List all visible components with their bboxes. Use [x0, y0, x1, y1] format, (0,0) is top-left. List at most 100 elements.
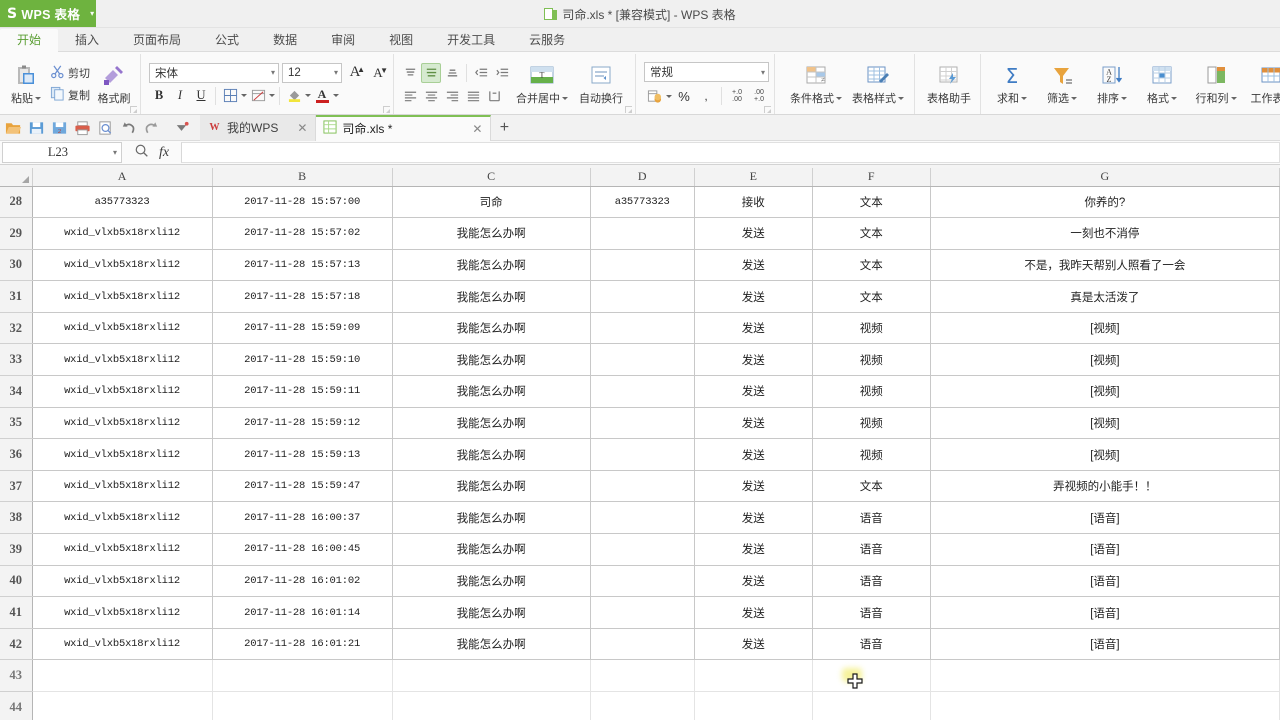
column-header-d[interactable]: D [590, 168, 695, 187]
row-header-32[interactable]: 32 [0, 312, 33, 345]
paste-button[interactable]: 粘贴 [5, 54, 47, 114]
close-icon[interactable]: ✕ [283, 121, 307, 135]
cell-D33[interactable] [590, 343, 695, 377]
cell-F38[interactable]: 语音 [812, 501, 931, 535]
cell-E42[interactable]: 发送 [694, 628, 813, 661]
undo-icon[interactable] [118, 117, 139, 138]
chevron-down-icon[interactable] [1230, 96, 1237, 100]
autosum-button[interactable]: Σ 求和 [987, 54, 1037, 114]
cell-F41[interactable]: 语音 [812, 596, 931, 629]
cell-A35[interactable]: wxid_vlxb5x18rxli12 [32, 407, 213, 440]
cell-E29[interactable]: 发送 [694, 217, 813, 250]
sort-button[interactable]: A Z 排序 [1087, 54, 1137, 114]
cell-F35[interactable]: 视频 [812, 407, 931, 440]
save-as-icon[interactable]: 2 [49, 117, 70, 138]
cell-F28[interactable]: 文本 [812, 186, 931, 219]
cell-G36[interactable]: [视频] [930, 438, 1280, 471]
cell-C34[interactable]: 我能怎么办啊 [392, 375, 591, 408]
column-header-g[interactable]: G [930, 168, 1280, 187]
cell-B31[interactable]: 2017-11-28 15:57:18 [212, 280, 393, 313]
cell-E30[interactable]: 发送 [694, 249, 813, 282]
cell-G31[interactable]: 真是太活泼了 [930, 280, 1280, 313]
cell-E38[interactable]: 发送 [694, 501, 813, 535]
cell-E32[interactable]: 发送 [694, 312, 813, 345]
cell-C28[interactable]: 司命 [392, 186, 591, 219]
chevron-down-icon[interactable]: ▾ [330, 68, 338, 77]
italic-button[interactable]: I [170, 86, 190, 106]
cell-D44[interactable] [590, 691, 695, 720]
chevron-down-icon[interactable] [836, 96, 842, 100]
row-header-31[interactable]: 31 [0, 280, 33, 313]
cell-C38[interactable]: 我能怎么办啊 [392, 501, 591, 535]
cell-F33[interactable]: 视频 [812, 343, 931, 377]
cell-C32[interactable]: 我能怎么办啊 [392, 312, 591, 345]
cell-D34[interactable] [590, 375, 695, 408]
cell-A41[interactable]: wxid_vlxb5x18rxli12 [32, 596, 213, 629]
chevron-down-icon[interactable] [562, 96, 568, 100]
format-painter-button[interactable]: 格式刷 [93, 54, 135, 114]
cell-A40[interactable]: wxid_vlxb5x18rxli12 [32, 565, 213, 598]
cell-C40[interactable]: 我能怎么办啊 [392, 565, 591, 598]
column-header-e[interactable]: E [694, 168, 813, 187]
cell-D30[interactable] [590, 249, 695, 282]
ribbon-tab-view[interactable]: 视图 [372, 29, 430, 52]
cell-E39[interactable]: 发送 [694, 533, 813, 566]
cell-B41[interactable]: 2017-11-28 16:01:14 [212, 596, 393, 629]
table-helper-button[interactable]: 表格助手 [923, 54, 975, 114]
cell-D39[interactable] [590, 533, 695, 566]
cell-C42[interactable]: 我能怎么办啊 [392, 628, 591, 661]
customize-icon[interactable] [171, 117, 192, 138]
cell-E41[interactable]: 发送 [694, 596, 813, 629]
ribbon-tab-insert[interactable]: 插入 [58, 29, 116, 52]
cell-B38[interactable]: 2017-11-28 16:00:37 [212, 501, 393, 535]
cell-B35[interactable]: 2017-11-28 15:59:12 [212, 407, 393, 440]
number-dialog-launcher[interactable] [764, 106, 771, 113]
chevron-down-icon[interactable] [333, 94, 339, 97]
cell-B36[interactable]: 2017-11-28 15:59:13 [212, 438, 393, 471]
open-icon[interactable] [3, 117, 24, 138]
cut-button[interactable]: 剪切 [47, 63, 93, 83]
cell-G32[interactable]: [视频] [930, 312, 1280, 345]
row-header-43[interactable]: 43 [0, 659, 33, 692]
row-header-33[interactable]: 33 [0, 343, 33, 377]
cell-D41[interactable] [590, 596, 695, 629]
cell-E35[interactable]: 发送 [694, 407, 813, 440]
cell-D31[interactable] [590, 280, 695, 313]
chevron-down-icon[interactable]: ▾ [267, 68, 275, 77]
table-style-button[interactable]: 表格样式 [847, 54, 909, 114]
cell-G30[interactable]: 不是，我昨天帮别人照看了一会 [930, 249, 1280, 282]
column-header-a[interactable]: A [32, 168, 213, 187]
cell-G34[interactable]: [视频] [930, 375, 1280, 408]
cell-B33[interactable]: 2017-11-28 15:59:10 [212, 343, 393, 377]
document-tab-siming-xls[interactable]: 司命.xls * ✕ [316, 114, 492, 141]
increase-decimal-button[interactable]: +.0.00 [727, 86, 747, 106]
cell-B29[interactable]: 2017-11-28 15:57:02 [212, 217, 393, 250]
row-header-40[interactable]: 40 [0, 565, 33, 598]
cell-G39[interactable]: [语音] [930, 533, 1280, 566]
cell-A31[interactable]: wxid_vlxb5x18rxli12 [32, 280, 213, 313]
underline-button[interactable]: U [191, 86, 211, 106]
cell-C35[interactable]: 我能怎么办啊 [392, 407, 591, 440]
cell-D38[interactable] [590, 501, 695, 535]
redo-icon[interactable] [141, 117, 162, 138]
cell-C31[interactable]: 我能怎么办啊 [392, 280, 591, 313]
row-header-44[interactable]: 44 [0, 691, 33, 720]
row-header-39[interactable]: 39 [0, 533, 33, 566]
cell-B43[interactable] [212, 659, 393, 692]
cell-borders-diagonal-button[interactable] [248, 86, 268, 106]
print-preview-icon[interactable] [95, 117, 116, 138]
row-header-34[interactable]: 34 [0, 375, 33, 408]
wps-app-badge[interactable]: S WPS 表格 ▾ [0, 0, 96, 27]
cell-G43[interactable] [930, 659, 1280, 692]
select-all-corner[interactable] [0, 168, 33, 187]
cell-G29[interactable]: 一刻也不消停 [930, 217, 1280, 250]
increase-indent-button[interactable] [492, 63, 512, 83]
cell-B34[interactable]: 2017-11-28 15:59:11 [212, 375, 393, 408]
row-header-28[interactable]: 28 [0, 186, 33, 219]
cell-B28[interactable]: 2017-11-28 15:57:00 [212, 186, 393, 219]
cell-E28[interactable]: 接收 [694, 186, 813, 219]
accounting-format-button[interactable] [644, 86, 664, 106]
save-icon[interactable] [26, 117, 47, 138]
font-color-button[interactable]: A [312, 86, 332, 106]
align-bottom-button[interactable] [442, 63, 462, 83]
